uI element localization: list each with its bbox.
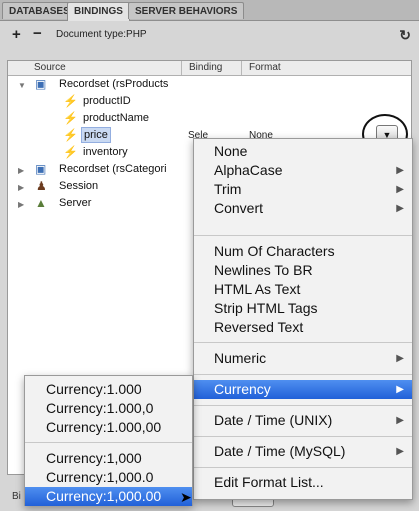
field-bolt-icon: ⚡ xyxy=(63,94,78,108)
column-divider xyxy=(181,61,182,75)
menu-item-trim[interactable]: Trim ▶ xyxy=(194,180,412,199)
row-label: Recordset (rsProducts xyxy=(59,78,169,90)
refresh-icon[interactable]: ↻ xyxy=(399,27,411,44)
recordset-icon: ▣ xyxy=(35,162,47,176)
submenu-item-currency[interactable]: Currency:1.000,00 xyxy=(25,418,192,437)
menu-item-newlines-to-br[interactable]: Newlines To BR xyxy=(194,261,412,280)
submenu-item-currency[interactable]: Currency:1,000.0 xyxy=(25,468,192,487)
remove-binding-button[interactable]: − xyxy=(33,25,42,42)
recordset-icon: ▣ xyxy=(35,77,47,91)
format-menu: None AlphaCase ▶ Trim ▶ Convert ▶ Num Of Ch… xyxy=(193,138,413,500)
expand-triangle-icon[interactable]: ▶ xyxy=(18,179,24,196)
tree-row-field[interactable]: ⚡ productID xyxy=(8,93,411,110)
menu-item-num-of-characters[interactable]: Num Of Characters xyxy=(194,242,412,261)
menu-item-reversed-text[interactable]: Reversed Text xyxy=(194,318,412,337)
expand-triangle-icon[interactable]: ▶ xyxy=(18,196,24,213)
menu-separator xyxy=(194,436,412,437)
menu-item-convert[interactable]: Convert ▶ xyxy=(194,199,412,218)
document-type-label: Document type:PHP xyxy=(56,29,147,40)
menu-separator xyxy=(194,467,412,468)
menu-separator xyxy=(194,342,412,343)
submenu-arrow-icon: ▶ xyxy=(396,384,404,395)
submenu-arrow-icon: ▶ xyxy=(396,415,404,426)
table-header: Source Binding Format xyxy=(8,61,411,76)
row-label: price xyxy=(81,127,111,143)
add-binding-button[interactable]: + xyxy=(12,26,21,43)
submenu-arrow-icon: ▶ xyxy=(396,165,404,176)
submenu-arrow-icon: ▶ xyxy=(396,184,404,195)
menu-item-none[interactable]: None xyxy=(194,142,412,161)
tab-bar: DATABASES BINDINGS SERVER BEHAVIORS xyxy=(0,0,419,21)
submenu-item-currency[interactable]: Currency:1.000,0 xyxy=(25,399,192,418)
submenu-arrow-icon: ▶ xyxy=(396,353,404,364)
expand-triangle-icon[interactable]: ▶ xyxy=(18,162,24,179)
menu-separator xyxy=(194,235,412,236)
menu-item-edit-format-list[interactable]: Edit Format List... xyxy=(194,473,412,492)
column-binding[interactable]: Binding xyxy=(189,62,222,73)
submenu-arrow-icon: ▶ xyxy=(396,203,404,214)
menu-item-strip-html-tags[interactable]: Strip HTML Tags xyxy=(194,299,412,318)
bindings-panel: DATABASES BINDINGS SERVER BEHAVIORS + − … xyxy=(0,0,419,511)
tree-row-field[interactable]: ⚡ productName xyxy=(8,110,411,127)
toolbar: + − Document type:PHP ↻ xyxy=(0,21,419,55)
mouse-pointer-icon: ➤ xyxy=(180,489,192,505)
row-label: productID xyxy=(83,95,131,107)
submenu-item-currency[interactable]: Currency:1,000 xyxy=(25,449,192,468)
menu-item-date-time-mysql[interactable]: Date / Time (MySQL) ▶ xyxy=(194,442,412,461)
tree-row-recordset-products[interactable]: ▼ ▣ Recordset (rsProducts xyxy=(8,76,411,93)
menu-item-numeric[interactable]: Numeric ▶ xyxy=(194,349,412,368)
menu-separator xyxy=(194,374,412,375)
tab-server-behaviors[interactable]: SERVER BEHAVIORS xyxy=(128,2,245,19)
menu-item-alphacase[interactable]: AlphaCase ▶ xyxy=(194,161,412,180)
column-divider xyxy=(241,61,242,75)
expand-triangle-icon[interactable]: ▼ xyxy=(18,77,26,94)
field-bolt-icon: ⚡ xyxy=(63,111,78,125)
tab-bindings[interactable]: BINDINGS xyxy=(67,2,130,21)
menu-separator xyxy=(25,442,192,443)
row-label: Server xyxy=(59,197,92,209)
tab-databases[interactable]: DATABASES xyxy=(2,2,77,19)
menu-item-date-time-unix[interactable]: Date / Time (UNIX) ▶ xyxy=(194,411,412,430)
menu-separator xyxy=(194,405,412,406)
row-label: Session xyxy=(59,180,99,192)
submenu-arrow-icon: ▶ xyxy=(396,446,404,457)
row-label: inventory xyxy=(83,146,128,158)
field-bolt-icon: ⚡ xyxy=(63,128,78,142)
column-format[interactable]: Format xyxy=(249,62,281,73)
column-source[interactable]: Source xyxy=(34,62,66,73)
server-icon: ▲ xyxy=(35,196,47,210)
submenu-item-currency-selected[interactable]: Currency:1,000.00 xyxy=(25,487,192,506)
currency-submenu: Currency:1.000 Currency:1.000,0 Currency… xyxy=(24,375,193,506)
menu-item-html-as-text[interactable]: HTML As Text xyxy=(194,280,412,299)
session-icon: ♟ xyxy=(36,179,47,193)
row-label: productName xyxy=(83,112,150,124)
bind-to-label: Bi xyxy=(12,491,21,502)
submenu-item-currency[interactable]: Currency:1.000 xyxy=(25,380,192,399)
menu-item-currency[interactable]: Currency ▶ xyxy=(194,380,412,399)
field-bolt-icon: ⚡ xyxy=(63,145,78,159)
row-label: Recordset (rsCategori xyxy=(59,163,167,175)
